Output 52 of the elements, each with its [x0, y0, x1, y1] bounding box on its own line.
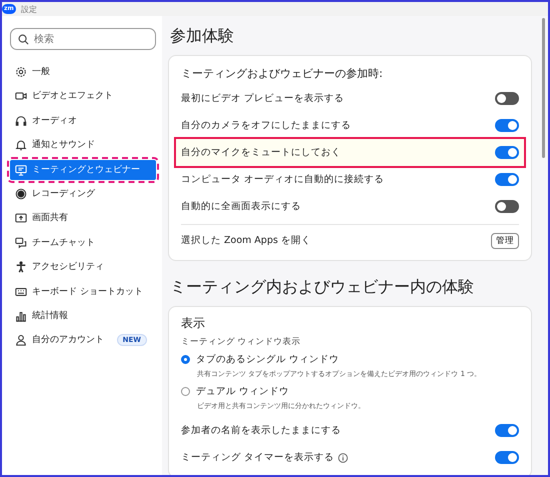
search-field[interactable]: 検索: [10, 28, 156, 50]
radio-label: タブのあるシングル ウィンドウ: [196, 353, 340, 366]
setting-label: 最初にビデオ プレビューを表示する: [181, 92, 346, 105]
setting-label: 自分のカメラをオフにしたままにする: [181, 119, 352, 132]
setting-label: 自動的に全画面表示にする: [181, 200, 302, 213]
sidebar-item[interactable]: ミーティングとウェビナー: [10, 160, 156, 180]
info-icon[interactable]: [338, 452, 348, 462]
section-heading: 参加体験: [170, 26, 235, 47]
share-icon: [15, 212, 27, 224]
toggle-switch[interactable]: [495, 451, 519, 464]
setting-label: ミーティング タイマーを表示する: [181, 451, 334, 464]
bell-icon: [15, 139, 27, 152]
sidebar-item[interactable]: ビデオとエフェクト: [10, 86, 156, 106]
sidebar-item[interactable]: オーディオ: [10, 110, 156, 131]
scrollbar-thumb[interactable]: [542, 18, 545, 158]
record-icon: [15, 188, 27, 200]
sidebar-item[interactable]: レコーディング: [10, 184, 156, 204]
toggle-switch[interactable]: [495, 424, 519, 437]
toggle-switch[interactable]: [495, 119, 519, 132]
group-label: ミーティング ウィンドウ表示: [181, 336, 302, 348]
toggle-switch[interactable]: [495, 173, 519, 186]
monitor-icon: [15, 164, 27, 176]
toggle-switch[interactable]: [495, 200, 519, 213]
radio-label: デュアル ウィンドウ: [196, 385, 290, 398]
sidebar-item[interactable]: チームチャット: [10, 232, 156, 253]
sidebar-item[interactable]: キーボード ショートカット: [10, 282, 156, 302]
radio-button[interactable]: [181, 387, 190, 396]
radio-button[interactable]: [181, 355, 190, 364]
toggle-switch[interactable]: [495, 92, 519, 105]
card-title: ミーティングおよびウェビナーの参加時:: [181, 66, 384, 81]
setting-label: 選択した Zoom Apps を開く: [181, 234, 312, 247]
gear-icon: [15, 66, 27, 78]
stats-icon: [15, 310, 27, 322]
person-standing-icon: [15, 261, 27, 274]
sidebar-item[interactable]: 通知とサウンド: [10, 135, 156, 156]
window-title: 設定: [20, 4, 37, 14]
chat-icon: [15, 236, 27, 249]
sidebar-item[interactable]: アクセシビリティ: [10, 257, 156, 278]
headphones-icon: [15, 114, 27, 127]
sidebar-item[interactable]: 統計情報: [10, 306, 156, 326]
section-heading: ミーティング内およびウェビナー内の体験: [170, 277, 475, 298]
user-icon: [15, 334, 27, 346]
setting-label: コンピュータ オーディオに自動的に接続する: [181, 173, 386, 186]
toggle-switch[interactable]: [495, 146, 519, 159]
sidebar-item[interactable]: 一般: [10, 62, 156, 82]
setting-label: 参加者の名前を表示したままにする: [181, 424, 341, 437]
keyboard-icon: [15, 286, 27, 298]
sidebar-item[interactable]: 画面共有: [10, 208, 156, 228]
manage-button[interactable]: 管理: [491, 232, 519, 248]
card-title: 表示: [181, 315, 206, 332]
setting-label: 自分のマイクをミュートにしておく: [181, 146, 342, 159]
video-icon: [15, 90, 27, 102]
